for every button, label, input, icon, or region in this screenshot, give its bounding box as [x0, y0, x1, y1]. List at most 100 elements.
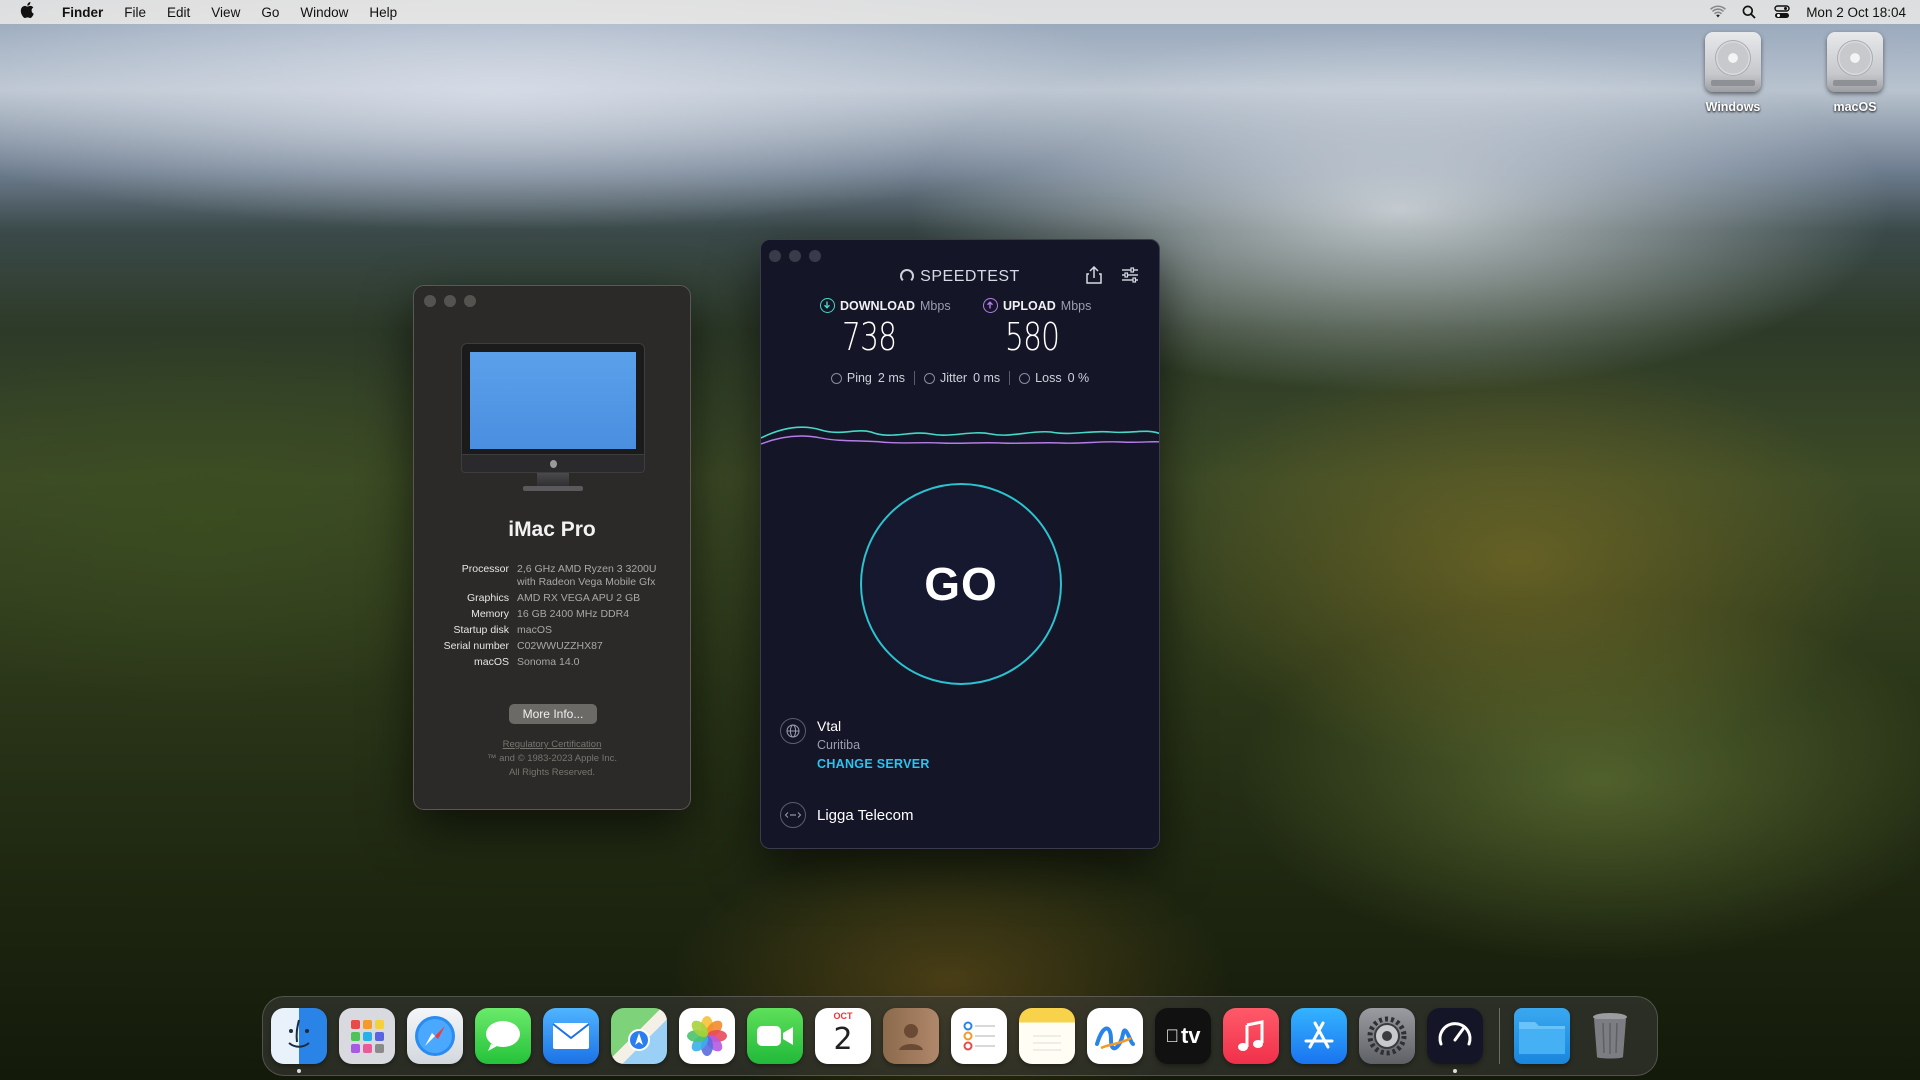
ping-value: 2 ms	[877, 371, 905, 385]
upload-graph-line	[761, 435, 1159, 445]
music-icon[interactable]	[1223, 1008, 1279, 1064]
photos-icon[interactable]	[679, 1008, 735, 1064]
jitter-label: Jitter	[939, 371, 968, 385]
drive-label: Windows	[1705, 100, 1761, 114]
hard-drive-icon	[1827, 32, 1883, 92]
spec-row-processor: Processor 2,6 GHz AMD Ryzen 3 3200U with…	[414, 563, 690, 589]
spec-key: Processor	[461, 563, 509, 575]
tv-label: tv	[1174, 1023, 1201, 1048]
spec-row-memory: Memory 16 GB 2400 MHz DDR4	[414, 608, 690, 621]
go-button[interactable]: GO	[860, 483, 1062, 685]
close-button[interactable]	[769, 250, 781, 262]
calendar-icon[interactable]: OCT 2	[815, 1008, 871, 1064]
safari-icon[interactable]	[407, 1008, 463, 1064]
more-info-button[interactable]: More Info...	[509, 704, 597, 724]
drive-label: macOS	[1833, 100, 1877, 114]
spec-key: Startup disk	[453, 624, 509, 636]
upload-metric: UPLOAD Mbps 580	[983, 298, 1091, 359]
about-this-mac-window: iMac Pro Processor 2,6 GHz AMD Ryzen 3 3…	[413, 285, 691, 810]
regulatory-certification-link[interactable]: Regulatory Certification	[414, 738, 690, 752]
finder-icon[interactable]	[271, 1008, 327, 1073]
zoom-button[interactable]	[464, 295, 476, 307]
share-icon[interactable]	[1085, 265, 1103, 284]
jitter-stat: Jitter 0 ms	[913, 371, 1009, 385]
change-server-link[interactable]: CHANGE SERVER	[817, 757, 930, 771]
rights-text: All Rights Reserved.	[508, 767, 596, 778]
connection-icon	[780, 802, 806, 828]
zoom-button[interactable]	[809, 250, 821, 262]
speed-graph	[761, 426, 1159, 445]
close-button[interactable]	[424, 295, 436, 307]
desktop-drive-windows[interactable]: Windows	[1683, 32, 1783, 114]
spec-key: Graphics	[466, 592, 509, 604]
launchpad-icon[interactable]	[339, 1008, 395, 1064]
jitter-icon	[923, 372, 935, 384]
minimize-button[interactable]	[444, 295, 456, 307]
window-controls	[424, 295, 476, 307]
dock: OCT 2 tv	[262, 996, 1658, 1076]
download-arrow-icon	[820, 298, 835, 313]
imac-icon	[461, 343, 645, 493]
freeform-icon[interactable]	[1087, 1008, 1143, 1064]
app-store-icon[interactable]	[1291, 1008, 1347, 1064]
apple-menu-icon[interactable]	[20, 2, 46, 22]
menu-window[interactable]: Window	[300, 5, 348, 20]
minimize-button[interactable]	[789, 250, 801, 262]
mail-icon[interactable]	[543, 1008, 599, 1064]
search-icon[interactable]	[1742, 5, 1758, 19]
wifi-icon[interactable]	[1710, 5, 1727, 19]
notes-icon[interactable]	[1019, 1008, 1075, 1064]
model-name: iMac Pro	[508, 518, 596, 541]
menu-view[interactable]: View	[211, 5, 240, 20]
upload-value: 580	[1005, 315, 1060, 359]
menu-clock[interactable]: Mon 2 Oct 18:04	[1806, 5, 1906, 20]
upload-unit: Mbps	[1060, 298, 1092, 313]
desktop-drive-macos[interactable]: macOS	[1805, 32, 1905, 114]
calendar-month: OCT	[833, 1011, 853, 1021]
spec-value: AMD RX VEGA APU 2 GB	[517, 592, 641, 604]
maps-icon[interactable]	[611, 1008, 667, 1064]
server-name: Vtal	[817, 718, 842, 734]
upload-arrow-icon	[983, 298, 998, 313]
speedtest-title: SPEEDTEST	[920, 268, 1020, 285]
latency-stats: Ping 2 ms Jitter 0 ms Loss 0 %	[761, 371, 1159, 385]
tv-icon[interactable]: tv	[1155, 1008, 1211, 1064]
loss-label: Loss	[1035, 371, 1062, 385]
spec-value: Sonoma 14.0	[517, 656, 580, 668]
folder-icon[interactable]	[1514, 1008, 1570, 1064]
messages-icon[interactable]	[475, 1008, 531, 1064]
window-controls	[769, 250, 821, 262]
speedtest-icon[interactable]	[1427, 1008, 1483, 1073]
upload-label: UPLOAD	[1003, 298, 1056, 313]
contacts-icon[interactable]	[883, 1008, 939, 1064]
loss-value: 0 %	[1067, 371, 1090, 385]
menu-edit[interactable]: Edit	[167, 5, 190, 20]
menu-file[interactable]: File	[124, 5, 146, 20]
menu-bar: Finder File Edit View Go Window Help Mon…	[0, 0, 1920, 24]
download-value: 738	[842, 315, 897, 359]
speedtest-window: SPEEDTEST DOWNLOAD Mbps 738 UPLOAD Mbps …	[760, 239, 1160, 849]
settings-sliders-icon[interactable]	[1121, 267, 1139, 283]
server-info: Vtal Curitiba CHANGE SERVER	[780, 718, 930, 771]
download-label: DOWNLOAD	[840, 298, 915, 313]
menu-help[interactable]: Help	[369, 5, 397, 20]
spec-row-serial-number: Serial number C02WWUZZHX87	[414, 640, 690, 653]
loss-icon	[1019, 372, 1031, 384]
download-unit: Mbps	[920, 298, 951, 313]
menu-app-name[interactable]: Finder	[62, 5, 103, 20]
reminders-icon[interactable]	[951, 1008, 1007, 1064]
dock-separator	[1499, 1008, 1500, 1064]
jitter-value: 0 ms	[973, 371, 1001, 385]
ping-icon	[830, 372, 842, 384]
facetime-icon[interactable]	[747, 1008, 803, 1064]
control-center-icon[interactable]	[1774, 5, 1790, 19]
system-settings-icon[interactable]	[1359, 1008, 1415, 1064]
menu-go[interactable]: Go	[261, 5, 279, 20]
server-city: Curitiba	[817, 738, 861, 752]
spec-row-macos: macOS Sonoma 14.0	[414, 656, 690, 669]
ping-stat: Ping 2 ms	[822, 371, 914, 385]
trash-icon[interactable]	[1582, 1008, 1638, 1064]
spec-key: Serial number	[443, 640, 509, 652]
globe-icon	[780, 718, 806, 744]
isp-name: Ligga Telecom	[817, 806, 914, 824]
